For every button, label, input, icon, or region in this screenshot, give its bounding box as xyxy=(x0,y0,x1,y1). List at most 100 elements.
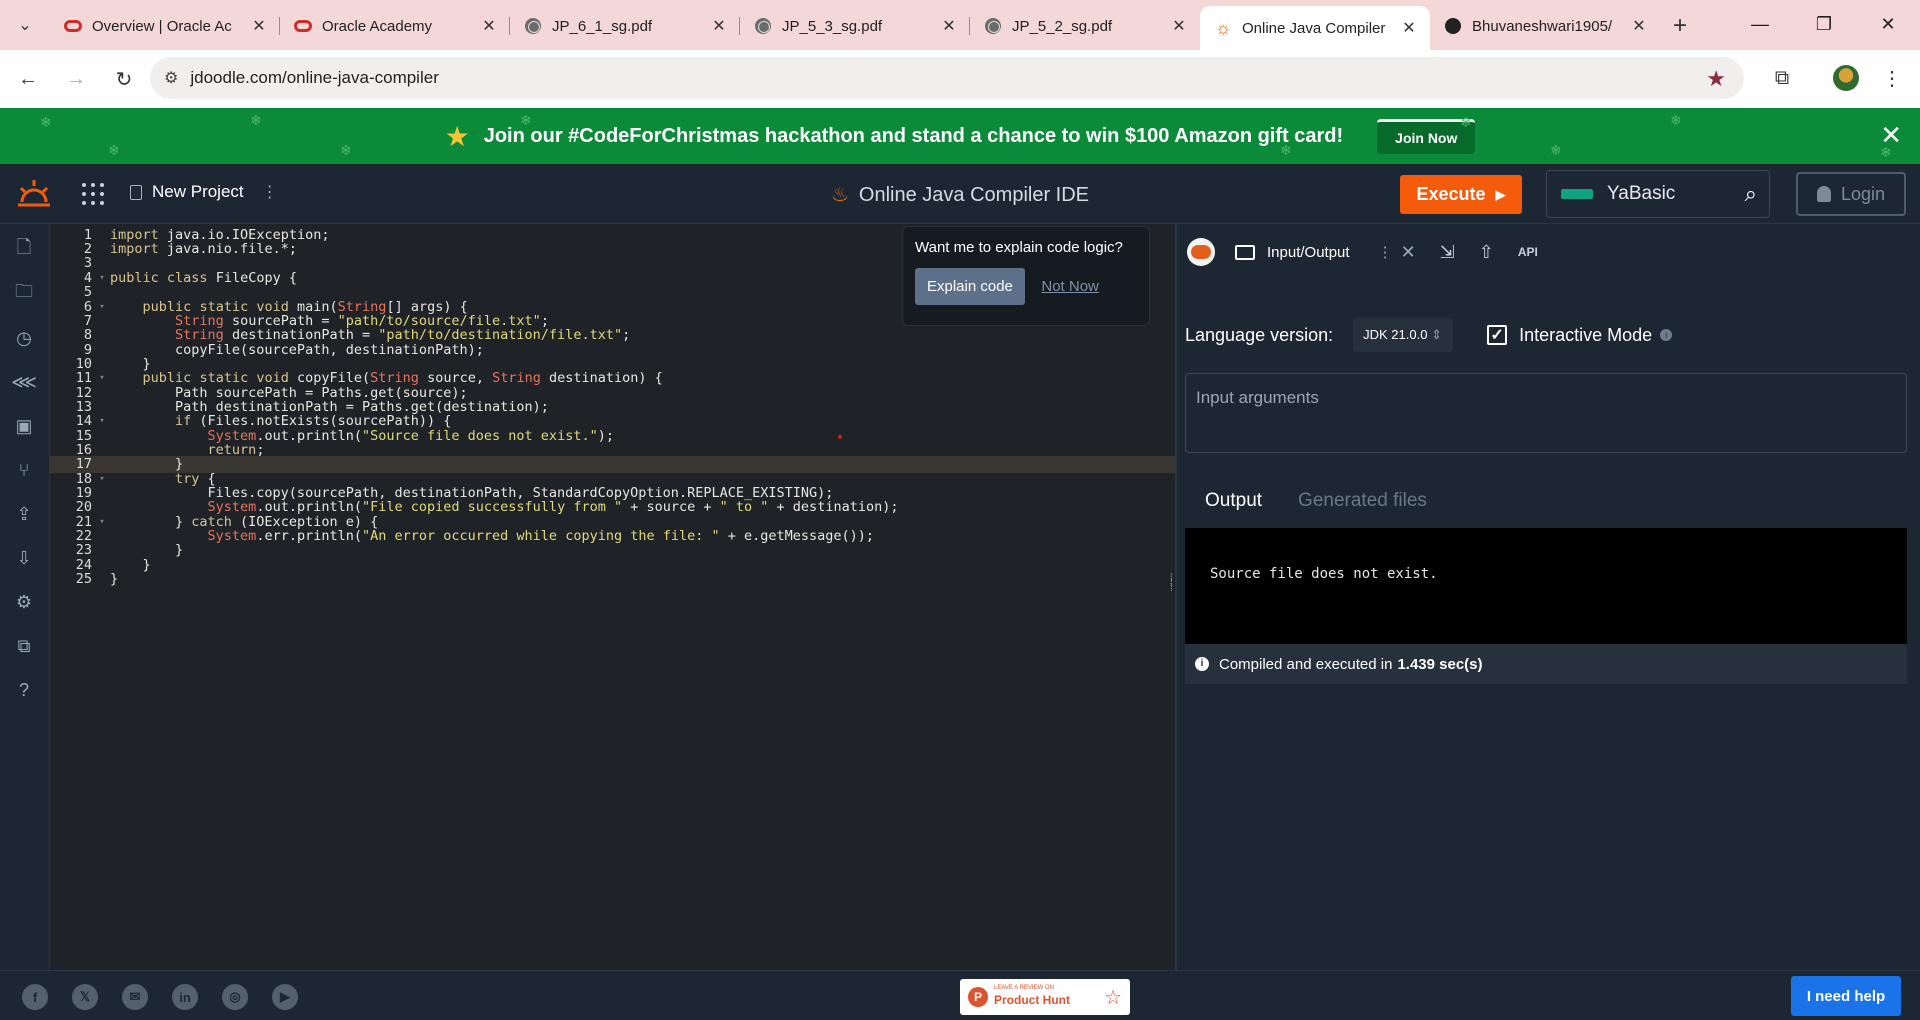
code-editor[interactable]: 1 import java.io.IOException; 2 import java… xyxy=(50,224,1175,970)
browser-tab[interactable]: JP_5_3_sg.pdf ✕ xyxy=(740,6,970,46)
tab-title: JP_6_1_sg.pdf xyxy=(552,17,653,35)
apps-grid-icon[interactable] xyxy=(82,183,104,205)
upload-icon[interactable]: ⇧ xyxy=(1479,242,1494,263)
address-bar-row: ← → ↻ ⚙ jdoodle.com/online-java-compiler… xyxy=(0,50,1920,108)
interactive-mode-checkbox[interactable]: ✓ xyxy=(1487,325,1508,345)
browser-tab[interactable]: JP_6_1_sg.pdf ✕ xyxy=(510,6,740,46)
tab-title: Oracle Academy xyxy=(322,17,433,35)
jdoodle-logo-icon[interactable] xyxy=(16,178,52,210)
close-tab-icon[interactable]: ✕ xyxy=(1628,16,1650,36)
close-tab-icon[interactable]: ✕ xyxy=(248,16,270,36)
reload-icon[interactable]: ↻ xyxy=(104,59,144,99)
profile-avatar[interactable] xyxy=(1828,60,1864,96)
output-console: Source file does not exist. xyxy=(1185,528,1907,644)
fork-icon[interactable]: ⑂ xyxy=(12,458,36,482)
explain-code-button[interactable]: Explain code xyxy=(915,268,1025,305)
browser-tab[interactable]: Bhuvaneshwari1905/ ✕ xyxy=(1430,6,1660,46)
ad-text: YaBasic xyxy=(1607,183,1676,204)
site-info-icon[interactable]: ⚙ xyxy=(164,68,178,88)
new-file-icon[interactable]: 🗋 xyxy=(12,237,36,262)
file-icon xyxy=(130,184,142,200)
execution-time: 1.439 sec(s) xyxy=(1397,655,1483,673)
close-tab-icon[interactable]: ✕ xyxy=(1168,16,1190,36)
fold-arrow-icon[interactable]: ▾ xyxy=(94,302,110,312)
line-number: 25 xyxy=(75,571,92,588)
api-tab[interactable]: API xyxy=(1518,245,1538,259)
ad-logo xyxy=(1561,189,1593,199)
tab-generated-files[interactable]: Generated files xyxy=(1298,490,1427,512)
browser-menu-icon[interactable]: ⋮ xyxy=(1874,60,1910,96)
save-icon[interactable]: ▣ xyxy=(12,414,36,438)
history-icon[interactable]: ◷ xyxy=(12,326,36,350)
jdk-version-select[interactable]: JDK 21.0.0 ⇕ xyxy=(1353,318,1454,352)
linkedin-icon[interactable]: in xyxy=(172,984,198,1010)
new-tab-button[interactable]: + xyxy=(1660,12,1700,40)
code-line[interactable]: 25} xyxy=(50,570,1175,588)
fold-arrow-icon[interactable]: ▾ xyxy=(94,416,110,426)
execution-status: i Compiled and executed in 1.439 sec(s) xyxy=(1185,644,1907,684)
url-text: jdoodle.com/online-java-compiler xyxy=(190,68,439,87)
fold-arrow-icon[interactable]: ▾ xyxy=(94,517,110,527)
fold-arrow-icon[interactable]: ▾ xyxy=(94,373,110,383)
project-options-icon[interactable]: ⋮ xyxy=(262,182,278,202)
close-banner-icon[interactable]: ✕ xyxy=(1880,120,1902,151)
github-icon xyxy=(1444,17,1462,35)
close-tab-icon[interactable]: ✕ xyxy=(1398,18,1420,38)
close-tab-icon[interactable]: ✕ xyxy=(938,16,960,36)
browser-tab[interactable]: JP_5_2_sg.pdf ✕ xyxy=(970,6,1200,46)
folder-icon[interactable]: 🗀 xyxy=(12,281,36,306)
tab-options-icon[interactable]: ⋮ xyxy=(1378,243,1393,261)
help-icon[interactable]: ? xyxy=(12,678,36,702)
copy-icon[interactable]: ⧉ xyxy=(12,634,36,658)
close-tab-icon[interactable]: ✕ xyxy=(708,16,730,36)
project-menu[interactable]: New Project ⋮ xyxy=(130,182,278,202)
output-tabs: Output Generated files xyxy=(1205,490,1463,512)
io-panel: Input/Output ⋮ ✕ ⇲ ⇧ API Language versio… xyxy=(1177,224,1920,970)
ide-header: New Project ⋮ ♨ Online Java Compiler IDE … xyxy=(0,164,1920,224)
execute-button[interactable]: Execute ▶ xyxy=(1400,175,1522,214)
extensions-icon[interactable]: ⧉ xyxy=(1764,60,1800,96)
explain-code-popup: Want me to explain code logic? Explain c… xyxy=(902,226,1150,326)
fold-arrow-icon[interactable]: ▾ xyxy=(94,474,110,484)
close-tab-icon[interactable]: ✕ xyxy=(478,16,500,36)
settings-icon[interactable]: ⚙ xyxy=(12,590,36,614)
browser-tab[interactable]: ☼ Online Java Compiler ✕ xyxy=(1200,6,1430,50)
browser-tab[interactable]: Overview | Oracle Ac ✕ xyxy=(50,6,280,46)
not-now-link[interactable]: Not Now xyxy=(1041,278,1099,295)
fold-arrow-icon[interactable]: ▾ xyxy=(94,273,110,283)
close-tab-icon[interactable]: ✕ xyxy=(1401,242,1416,263)
download-icon[interactable]: ⇩ xyxy=(12,546,36,570)
input-arguments-field[interactable]: Input arguments xyxy=(1185,373,1907,453)
upload-folder-icon[interactable]: ⇪ xyxy=(12,502,36,526)
browser-tab[interactable]: Oracle Academy ✕ xyxy=(280,6,510,46)
download-folder-icon[interactable]: ⇲ xyxy=(1440,242,1455,263)
restore-icon[interactable]: ❐ xyxy=(1792,0,1856,48)
back-icon[interactable]: ← xyxy=(8,59,48,99)
producthunt-badge[interactable]: P LEAVE A REVIEW ON Product Hunt ☆ xyxy=(960,979,1130,1015)
producthunt-icon: P xyxy=(968,987,988,1007)
url-bar[interactable]: ⚙ jdoodle.com/online-java-compiler ★ xyxy=(150,57,1744,99)
ad-search-box[interactable]: YaBasic ⌕ xyxy=(1546,170,1770,218)
minimize-icon[interactable]: — xyxy=(1728,0,1792,48)
mail-icon[interactable]: ✉ xyxy=(122,984,148,1010)
instagram-icon[interactable]: ◎ xyxy=(222,984,248,1010)
tab-input-output[interactable]: Input/Output ⋮ ✕ xyxy=(1235,242,1416,263)
forward-icon[interactable]: → xyxy=(56,59,96,99)
facebook-icon[interactable]: f xyxy=(22,984,48,1010)
bookmark-star-icon[interactable]: ★ xyxy=(1706,66,1726,92)
globe-icon xyxy=(984,17,1002,35)
tab-search-chevron-icon[interactable]: ⌄ xyxy=(0,0,50,50)
globe-icon xyxy=(754,17,772,35)
jdoodle-icon: ☼ xyxy=(1214,17,1232,38)
x-icon[interactable]: 𝕏 xyxy=(72,984,98,1010)
tab-title: Online Java Compiler xyxy=(1242,19,1386,37)
search-icon[interactable]: ⌕ xyxy=(1745,181,1757,207)
youtube-icon[interactable]: ▶ xyxy=(272,984,298,1010)
share-icon[interactable]: ⋘ xyxy=(11,370,37,394)
close-window-icon[interactable]: ✕ xyxy=(1856,0,1920,48)
need-help-button[interactable]: I need help xyxy=(1791,976,1901,1016)
info-icon[interactable]: i xyxy=(1660,329,1673,341)
login-button[interactable]: Login xyxy=(1796,172,1906,216)
ai-assistant-icon[interactable] xyxy=(1187,238,1215,266)
tab-output[interactable]: Output xyxy=(1205,490,1262,512)
